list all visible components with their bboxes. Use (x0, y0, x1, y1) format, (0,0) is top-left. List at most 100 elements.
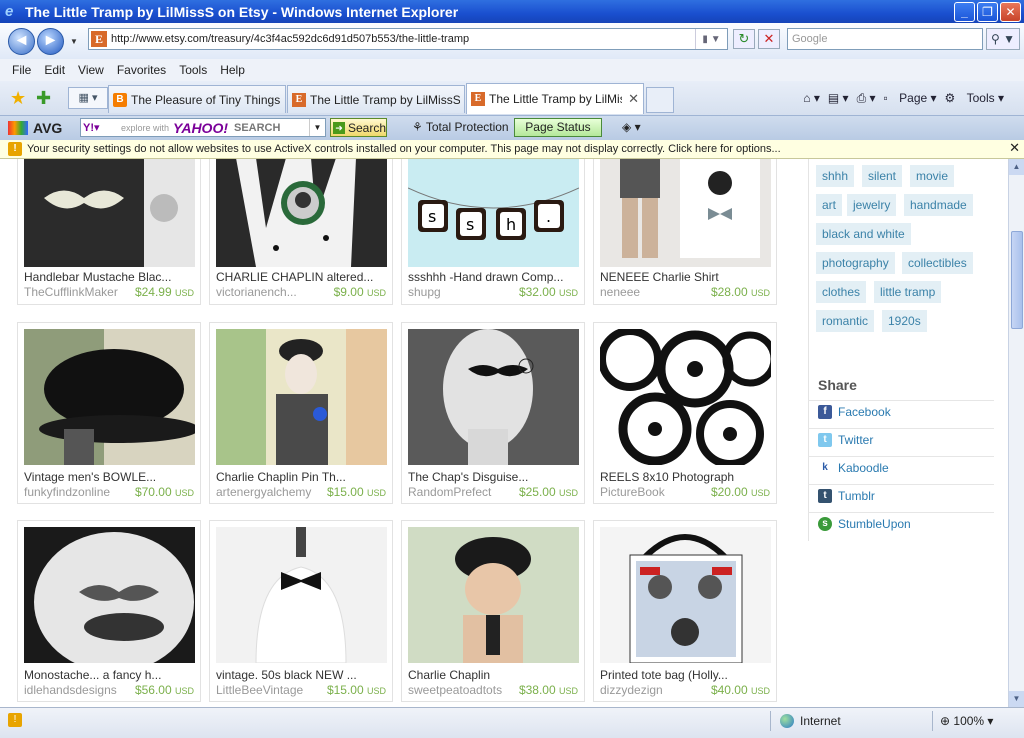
share-tumblr[interactable]: t Tumblr (818, 486, 875, 506)
menu-help[interactable]: Help (220, 63, 245, 77)
url-text[interactable]: http://www.etsy.com/treasury/4c3f4ac592d… (111, 33, 695, 45)
listing-image[interactable] (24, 527, 195, 663)
tag-handmade[interactable]: handmade (904, 194, 973, 216)
listing-shop[interactable]: funkyfindzonline (24, 485, 124, 499)
tag-romantic[interactable]: romantic (816, 310, 875, 332)
tab-little-tramp-active[interactable]: E The Little Tramp by LilMis... ✕ (466, 83, 644, 114)
listing-image[interactable] (24, 159, 195, 267)
tag-photography[interactable]: photography (816, 252, 895, 274)
avg-search-button[interactable]: ➜ Search (330, 118, 387, 137)
listing-title[interactable]: ssshhh -Hand drawn Comp... (408, 270, 582, 284)
tag-movie[interactable]: movie (910, 165, 955, 187)
tools-menu[interactable]: ⚙ Tools ▾ (945, 91, 1004, 105)
listing-title[interactable]: Monostache... a fancy h... (24, 668, 198, 682)
tab-little-tramp-1[interactable]: E The Little Tramp by LilMissS o... (287, 85, 465, 113)
listing-image[interactable]: s s h. (408, 159, 579, 267)
back-button[interactable]: ◄ (8, 27, 35, 55)
menu-edit[interactable]: Edit (44, 63, 65, 77)
stop-button[interactable]: ✕ (758, 29, 780, 49)
listing-card[interactable]: Handlebar Mustache Blac... TheCufflinkMa… (17, 159, 201, 305)
infobar-close-icon[interactable]: ✕ (1009, 140, 1020, 156)
listing-card[interactable]: NENEEE Charlie Shirt neneee $28.00 USD (593, 159, 777, 305)
listing-card[interactable]: REELS 8x10 Photograph PictureBook $20.00… (593, 322, 777, 504)
listing-card[interactable]: Charlie Chaplin sweetpeatoadtots $38.00 … (401, 520, 585, 702)
listing-shop[interactable]: RandomPrefect (408, 485, 508, 499)
listing-title[interactable]: NENEEE Charlie Shirt (600, 270, 774, 284)
scroll-down-icon[interactable]: ▼ (1009, 691, 1024, 707)
listing-shop[interactable]: victorianench... (216, 285, 316, 299)
listing-title[interactable]: REELS 8x10 Photograph (600, 470, 774, 484)
share-facebook[interactable]: f Facebook (818, 402, 891, 422)
zoom-level[interactable]: ⊕ 100% ▾ (940, 714, 993, 728)
listing-shop[interactable]: idlehandsdesigns (24, 683, 124, 697)
url-field[interactable]: E http://www.etsy.com/treasury/4c3f4ac59… (88, 28, 728, 50)
add-favorites-icon[interactable]: ✚ (36, 88, 51, 109)
listing-card[interactable]: Charlie Chaplin Pin Th... artenergyalche… (209, 322, 393, 504)
listing-image[interactable] (600, 329, 771, 465)
menu-tools[interactable]: Tools (179, 63, 207, 77)
tag-black-and-white[interactable]: black and white (816, 223, 911, 245)
listing-image[interactable] (600, 159, 771, 267)
listing-title[interactable]: Vintage men's BOWLE... (24, 470, 198, 484)
close-button[interactable]: ✕ (1000, 1, 1021, 22)
favorites-star-icon[interactable]: ★ (10, 88, 26, 109)
listing-title[interactable]: Handlebar Mustache Blac... (24, 270, 198, 284)
share-stumbleupon[interactable]: s StumbleUpon (818, 514, 911, 534)
share-kaboodle[interactable]: k Kaboodle (818, 458, 889, 478)
scroll-thumb[interactable] (1011, 231, 1023, 329)
page-menu[interactable]: ▫ Page ▾ (884, 91, 937, 105)
print-icon[interactable]: ⎙ ▾ (857, 91, 876, 106)
listing-image[interactable] (408, 527, 579, 663)
feeds-icon[interactable]: ▤ ▾ (828, 91, 849, 105)
total-protection-button[interactable]: ⚘ Total Protection (412, 120, 509, 134)
security-message[interactable]: Your security settings do not allow webs… (27, 143, 781, 155)
yahoo-dropdown-icon[interactable]: ▼ (309, 119, 325, 136)
listing-shop[interactable]: dizzydezign (600, 683, 700, 697)
menu-view[interactable]: View (78, 63, 104, 77)
listing-image[interactable] (600, 527, 771, 663)
menu-favorites[interactable]: Favorites (117, 63, 166, 77)
listing-card[interactable]: Printed tote bag (Holly... dizzydezign $… (593, 520, 777, 702)
vertical-scrollbar[interactable]: ▲ ▼ (1008, 159, 1024, 707)
menu-file[interactable]: File (12, 63, 31, 77)
tab-close-icon[interactable]: ✕ (628, 91, 639, 107)
tag-silent[interactable]: silent (862, 165, 903, 187)
minimize-button[interactable]: _ (954, 1, 975, 22)
search-go-button[interactable]: ⚲ ▼ (986, 28, 1020, 50)
share-twitter[interactable]: t Twitter (818, 430, 873, 450)
listing-title[interactable]: CHARLIE CHAPLIN altered... (216, 270, 390, 284)
scroll-up-icon[interactable]: ▲ (1009, 159, 1024, 175)
listing-card[interactable]: Vintage men's BOWLE... funkyfindzonline … (17, 322, 201, 504)
listing-title[interactable]: Printed tote bag (Holly... (600, 668, 774, 682)
new-tab-button[interactable] (646, 87, 674, 113)
listing-image[interactable] (216, 329, 387, 465)
tag-collectibles[interactable]: collectibles (902, 252, 973, 274)
listing-shop[interactable]: TheCufflinkMaker (24, 285, 124, 299)
listing-shop[interactable]: sweetpeatoadtots (408, 683, 508, 697)
tag-clothes[interactable]: clothes (816, 281, 867, 303)
tag-little-tramp[interactable]: little tramp (874, 281, 942, 303)
quick-tabs-button[interactable]: ▦ ▾ (68, 87, 108, 109)
listing-title[interactable]: vintage. 50s black NEW ... (216, 668, 390, 682)
refresh-button[interactable]: ↻ (733, 29, 755, 49)
listing-shop[interactable]: shupg (408, 285, 508, 299)
listing-title[interactable]: Charlie Chaplin (408, 668, 582, 682)
avg-logo[interactable]: AVG (8, 120, 62, 136)
home-icon[interactable]: ⌂ ▾ (803, 91, 820, 105)
tag-1920s[interactable]: 1920s (882, 310, 927, 332)
shield-status-icon[interactable]: ! (8, 713, 22, 727)
history-dropdown-icon[interactable]: ▼ (70, 37, 78, 46)
listing-shop[interactable]: PictureBook (600, 485, 700, 499)
listing-image[interactable] (216, 527, 387, 663)
listing-card[interactable]: The Chap's Disguise... RandomPrefect $25… (401, 322, 585, 504)
listing-card[interactable]: vintage. 50s black NEW ... LittleBeeVint… (209, 520, 393, 702)
listing-card[interactable]: CHARLIE CHAPLIN altered... victorianench… (209, 159, 393, 305)
listing-shop[interactable]: artenergyalchemy (216, 485, 316, 499)
listing-image[interactable] (216, 159, 387, 267)
compat-view-icon[interactable]: ▮ ▼ (695, 29, 727, 49)
listing-card[interactable]: Monostache... a fancy h... idlehandsdesi… (17, 520, 201, 702)
listing-image[interactable] (408, 329, 579, 465)
tab-pleasure-tiny-things[interactable]: B The Pleasure of Tiny Things: ... (108, 85, 286, 113)
tag-jewelry[interactable]: jewelry (847, 194, 897, 216)
listing-shop[interactable]: neneee (600, 285, 700, 299)
